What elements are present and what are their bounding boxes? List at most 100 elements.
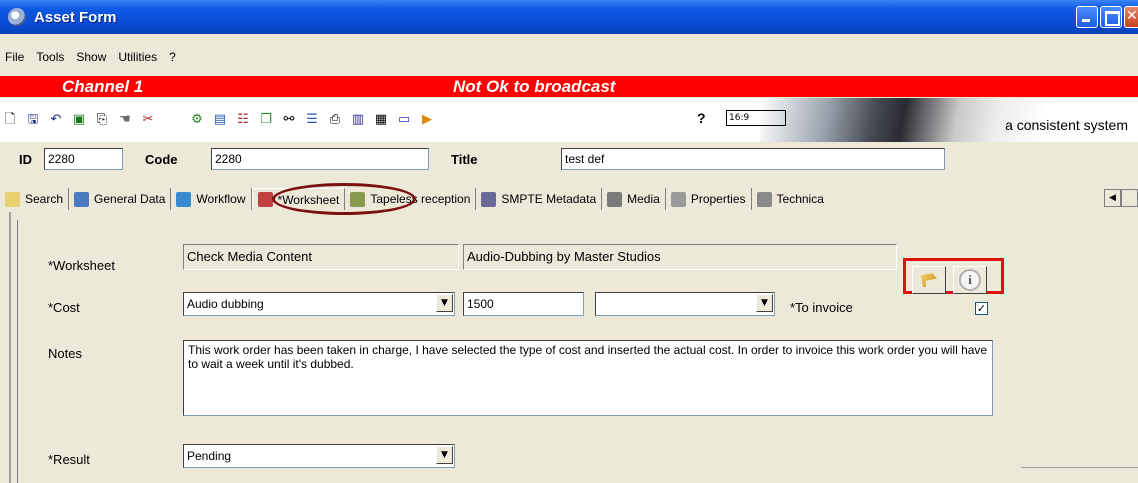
tab-general-data[interactable]: General Data: [69, 188, 172, 210]
tools-icon[interactable]: ✂: [140, 112, 156, 128]
tab-label: SMPTE Metadata: [501, 192, 597, 206]
chevron-down-icon[interactable]: ▼: [756, 294, 773, 312]
broadcast-status: Not Ok to broadcast: [453, 77, 616, 96]
undo-icon[interactable]: ↶: [48, 112, 64, 128]
info-button[interactable]: i: [953, 266, 987, 294]
tab-strip: Search General Data Workflow *Worksheet …: [0, 186, 1138, 212]
flag-icon: [921, 273, 937, 287]
title-field[interactable]: test def: [561, 148, 945, 170]
action-highlight-box: i: [903, 258, 1004, 294]
maximize-button[interactable]: [1100, 6, 1122, 28]
result-label: *Result: [48, 452, 90, 467]
calendar-icon: [74, 191, 90, 207]
help-pointer-icon[interactable]: ?: [697, 110, 706, 126]
menu-tools[interactable]: Tools: [30, 50, 70, 64]
ratio-label: 16:9: [729, 113, 750, 123]
schedule-icon[interactable]: ☷: [235, 112, 251, 128]
id-label: ID: [19, 152, 32, 167]
menu-help[interactable]: ?: [163, 50, 182, 64]
chevron-down-icon[interactable]: ▼: [436, 446, 453, 464]
worksheet-label: *Worksheet: [48, 258, 115, 273]
help-label: ?: [697, 110, 706, 126]
worksheet-icon: [257, 192, 273, 207]
cost-amount-input[interactable]: 1500: [463, 292, 584, 316]
menu-utilities[interactable]: Utilities: [112, 50, 163, 64]
cost-label: *Cost: [48, 300, 80, 315]
tab-media[interactable]: Media: [602, 188, 666, 210]
notes-textarea[interactable]: This work order has been taken in charge…: [183, 340, 993, 416]
worksheet-vendor-field: Audio-Dubbing by Master Studios: [463, 244, 897, 270]
close-button[interactable]: [1124, 6, 1138, 28]
workflow-icon: [176, 191, 192, 207]
tab-label: Workflow: [196, 192, 246, 206]
minimize-button[interactable]: [1076, 6, 1098, 28]
cost-extra-select[interactable]: ▼: [595, 292, 775, 316]
menu-bar: File Tools Show Utilities ?: [0, 46, 182, 68]
menu-show[interactable]: Show: [70, 50, 112, 64]
binoculars-icon[interactable]: ⚯: [281, 112, 297, 128]
tab-label: Media: [627, 192, 660, 206]
media-icon: [607, 191, 623, 207]
title-bar[interactable]: Asset Form: [0, 0, 1138, 34]
toolbar-icons: 🗋 🖫 ↶ ▣ ⎘ ☚ ✂ ⚙ ▤ ☷ ❐ ⚯ ☰ ⎙ ▥ ▦ ▭ ▶: [2, 112, 442, 128]
header-fields-row: ID 2280 Code 2280 Title test def: [0, 143, 1138, 177]
banner-photo: a consistent system: [760, 98, 1138, 142]
copy-icon[interactable]: ⎘: [94, 112, 110, 128]
tab-smpte-metadata[interactable]: SMPTE Metadata: [476, 188, 603, 210]
app-icon: [8, 8, 26, 26]
workflow-highlight-ellipse: [272, 183, 416, 215]
tab-label: Search: [25, 192, 64, 206]
notes-label: Notes: [48, 346, 82, 361]
new-icon[interactable]: 🗋: [2, 112, 18, 128]
broadcast-banner: Channel 1 Not Ok to broadcast: [0, 76, 1138, 97]
tab-label: Technica: [776, 192, 824, 206]
id-field[interactable]: 2280: [44, 148, 123, 170]
cost-type-value: Audio dubbing: [187, 297, 264, 311]
code-label: Code: [145, 152, 178, 167]
technical-icon: [756, 191, 772, 207]
search-icon: [5, 191, 20, 207]
book-icon[interactable]: ▥: [350, 112, 366, 128]
tab-label: General Data: [94, 192, 166, 206]
result-value: Pending: [187, 449, 232, 463]
hand-icon[interactable]: ☚: [117, 112, 133, 128]
window-title: Asset Form: [34, 8, 117, 26]
to-invoice-checkbox[interactable]: ✓: [975, 302, 988, 315]
properties-icon: [670, 191, 686, 207]
tab-scroll-right-icon[interactable]: [1121, 189, 1138, 207]
aspect-ratio-icon[interactable]: 16:9: [726, 110, 786, 126]
window-controls: [1076, 6, 1138, 28]
cost-type-select[interactable]: Audio dubbing ▼: [183, 292, 455, 316]
copy-doc-icon[interactable]: ❐: [258, 112, 274, 128]
save-icon[interactable]: 🖫: [25, 112, 41, 128]
to-invoice-label: *To invoice: [790, 300, 853, 315]
flag-button[interactable]: [912, 266, 946, 294]
monitor-icon[interactable]: ▭: [396, 112, 412, 128]
film-icon[interactable]: ▤: [212, 112, 228, 128]
refresh-icon[interactable]: ▣: [71, 112, 87, 128]
play-icon[interactable]: ▶: [419, 112, 435, 128]
code-field[interactable]: 2280: [211, 148, 429, 170]
workflow-icon[interactable]: ⚙: [189, 112, 205, 128]
title-label: Title: [451, 152, 478, 167]
asset-form-window: Asset Form File Tools Show Utilities ? C…: [0, 0, 1138, 483]
result-select[interactable]: Pending ▼: [183, 444, 455, 468]
channel-label: Channel 1: [62, 77, 144, 96]
chevron-down-icon[interactable]: ▼: [436, 294, 453, 312]
worksheet-field: Check Media Content: [183, 244, 459, 270]
clapper-icon[interactable]: ▦: [373, 112, 389, 128]
slogan: a consistent system: [1005, 117, 1128, 133]
metadata-icon: [481, 191, 497, 207]
tab-scroll-arrows: ◀: [1104, 189, 1138, 207]
menu-file[interactable]: File: [0, 50, 30, 64]
preview-icon[interactable]: ⎙: [327, 112, 343, 128]
tab-technical[interactable]: Technica: [752, 188, 829, 210]
network-icon[interactable]: ☰: [304, 112, 320, 128]
tab-properties[interactable]: Properties: [666, 188, 752, 210]
tab-workflow[interactable]: Workflow: [171, 188, 252, 210]
tab-search[interactable]: Search: [0, 188, 70, 210]
tab-label: Properties: [690, 192, 746, 206]
info-icon: i: [959, 269, 981, 291]
divider: [1021, 467, 1138, 468]
tab-scroll-left-icon[interactable]: ◀: [1104, 189, 1121, 207]
